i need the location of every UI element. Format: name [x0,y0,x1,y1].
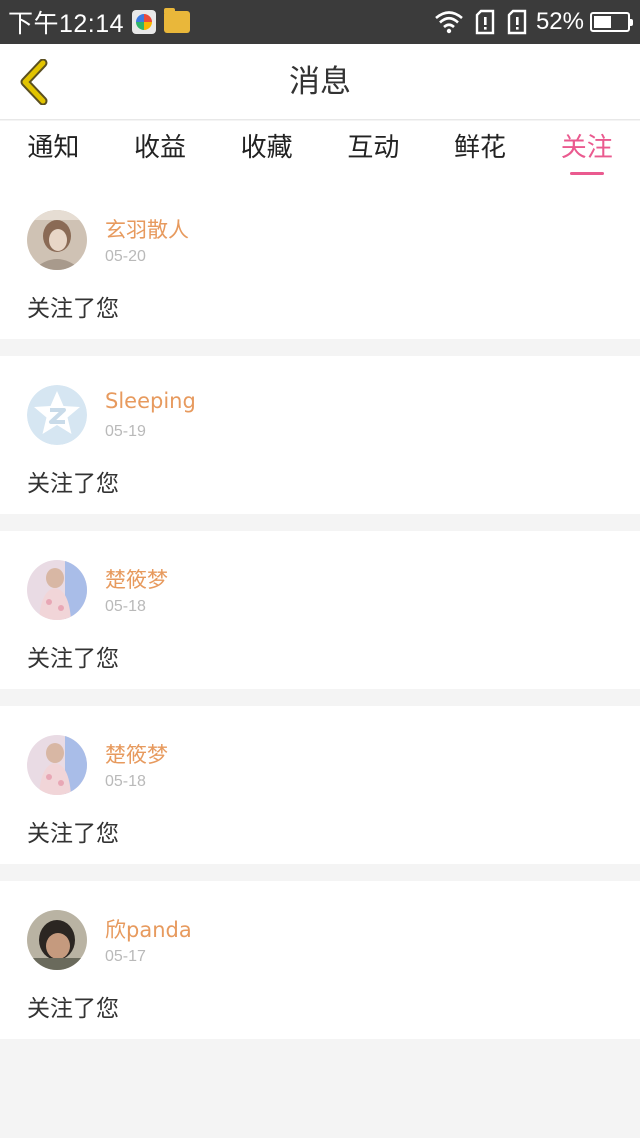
avatar[interactable] [27,560,87,620]
message: 关注了您 [27,471,119,497]
tab-earnings[interactable]: 收益 [107,121,214,181]
page-title: 消息 [289,64,351,100]
date: 05-18 [105,598,146,615]
avatar[interactable] [27,735,87,795]
message: 关注了您 [27,996,119,1022]
avatar[interactable] [27,910,87,970]
tab-interactions[interactable]: 互动 [320,121,427,181]
status-time: 下午12:14 [8,10,125,38]
status-indicators: 52% [434,8,633,36]
tab-flowers[interactable]: 鲜花 [427,121,534,181]
avatar[interactable] [27,385,87,445]
tab-label: 收益 [134,133,187,163]
date: 05-19 [105,423,146,440]
sim-card-icon [474,9,496,35]
date: 05-17 [105,948,146,965]
sim-card-icon [506,9,528,35]
username[interactable]: 欣panda [105,914,192,944]
battery-icon [590,12,633,32]
date: 05-18 [105,773,146,790]
tab-label: 鲜花 [454,133,507,163]
tab-label: 收藏 [240,133,293,163]
message: 关注了您 [27,646,119,672]
username[interactable]: Sleeping [105,389,196,413]
username[interactable]: 楚筱梦 [105,564,168,594]
battery-percent: 52% [535,8,584,35]
date: 05-20 [105,248,146,265]
wifi-icon [434,10,464,34]
tab-bar: 通知 收益 收藏 互动 鲜花 关注 [0,121,640,181]
tab-label: 通知 [27,133,80,163]
folder-icon [164,8,191,33]
message: 关注了您 [27,296,119,322]
status-bar: 下午12:14 52% [0,0,640,44]
tab-label: 互动 [347,133,400,163]
tab-underline [569,172,604,175]
tab-follows[interactable]: 关注 [533,121,640,181]
list-item[interactable]: 欣panda 05-17 关注了您 [0,881,640,1039]
username[interactable]: 玄羽散人 [105,214,189,244]
list-item[interactable]: 玄羽散人 05-20 关注了您 [0,181,640,339]
app-icon [132,10,157,34]
list-item[interactable]: 楚筱梦 05-18 关注了您 [0,706,640,864]
avatar[interactable] [27,210,87,270]
list-item[interactable]: 楚筱梦 05-18 关注了您 [0,531,640,689]
list-item[interactable]: Sleeping 05-19 关注了您 [0,356,640,514]
username[interactable]: 楚筱梦 [105,739,168,769]
tab-favorites[interactable]: 收藏 [213,121,320,181]
tab-notifications[interactable]: 通知 [0,121,107,181]
message: 关注了您 [27,821,119,847]
notification-list: 玄羽散人 05-20 关注了您 Sleeping 05-19 关注了您 楚筱梦 … [0,181,640,1056]
tab-label: 关注 [560,133,613,163]
header: 消息 [0,44,640,120]
